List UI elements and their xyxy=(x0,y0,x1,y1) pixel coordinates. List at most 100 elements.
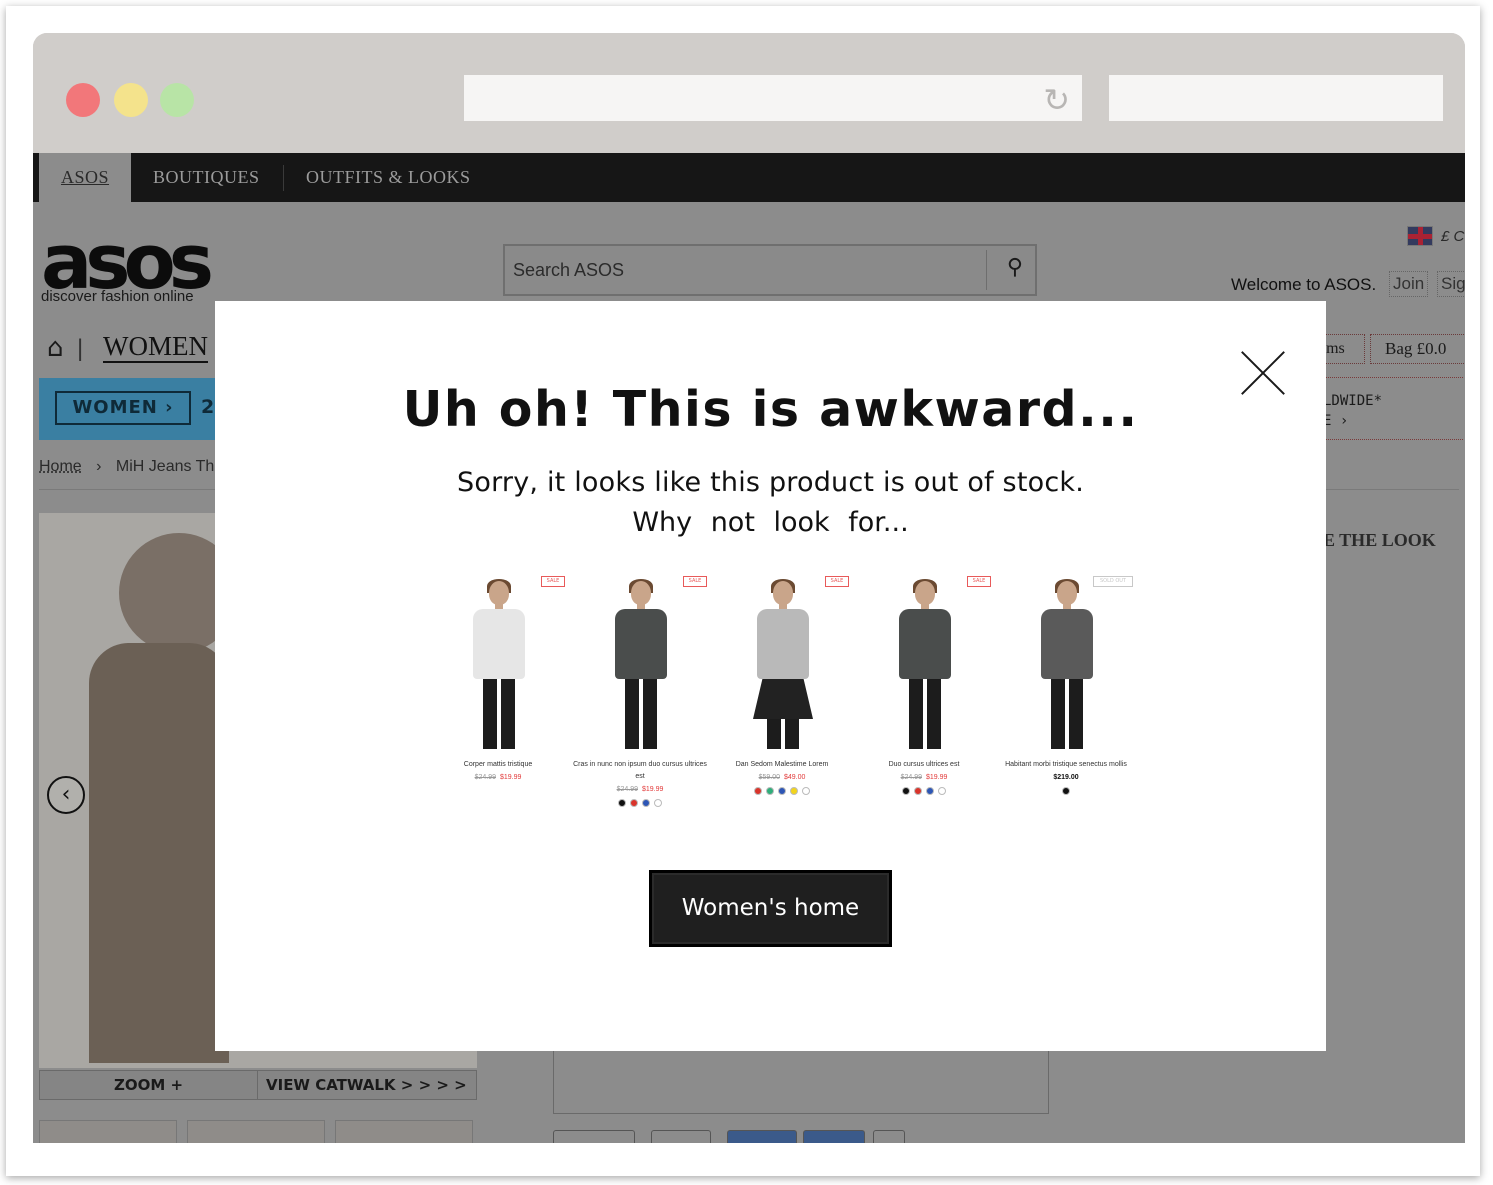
product-name[interactable]: Cras in nunc non ipsum duo cursus ultric… xyxy=(569,759,711,783)
product-card[interactable]: SOLD OUT Habitant morbi tristique senectu… xyxy=(995,571,1137,811)
product-card[interactable]: SALE Corper mattis tristique $24.99 $19.99 xyxy=(427,571,569,811)
view-catwalk-button[interactable]: VIEW CATWALK > > > > xyxy=(266,1071,467,1099)
sale-price: $19.99 xyxy=(926,774,948,781)
facebook-share-button[interactable] xyxy=(803,1130,865,1143)
breadcrumb-separator: › xyxy=(96,458,102,475)
color-swatch[interactable] xyxy=(914,787,922,795)
model-top xyxy=(899,609,951,679)
color-swatch[interactable] xyxy=(778,787,786,795)
zoom-button[interactable]: ZOOM + xyxy=(40,1071,258,1099)
bag-button[interactable]: Bag £0.0 xyxy=(1370,334,1465,364)
original-price: $59.00 xyxy=(758,774,780,781)
color-swatch[interactable] xyxy=(766,787,774,795)
regular-price: $219.00 xyxy=(1053,774,1079,781)
modal-title: Uh oh! This is awkward... xyxy=(402,381,1139,438)
facebook-like-button[interactable] xyxy=(727,1130,797,1143)
color-swatch[interactable] xyxy=(926,787,934,795)
thumbnail[interactable] xyxy=(335,1120,473,1143)
site-search-input[interactable]: Search ASOS ⚲ xyxy=(503,244,1037,296)
color-swatch[interactable] xyxy=(618,799,626,807)
model-head xyxy=(489,581,509,605)
sign-in-link[interactable]: Sig xyxy=(1437,271,1465,297)
color-swatch[interactable] xyxy=(802,787,810,795)
recommended-products: SALE Corper mattis tristique $24.99 $19.99 S… xyxy=(427,571,1133,811)
product-card[interactable]: SALE Duo cursus ultrices est $24.99 $19.99 xyxy=(853,571,995,811)
color-swatch[interactable] xyxy=(938,787,946,795)
product-name[interactable]: Corper mattis tristique xyxy=(427,759,569,771)
reload-icon[interactable]: ↻ xyxy=(1043,81,1070,119)
model-legl xyxy=(625,677,639,749)
product-image[interactable] xyxy=(469,579,529,751)
thumbnail[interactable] xyxy=(187,1120,325,1143)
model-body xyxy=(89,643,229,1063)
sale-price: $19.99 xyxy=(500,774,522,781)
browser-window: ↻ ASOS BOUTIQUES OUTFITS & LOOKS asos di… xyxy=(33,33,1465,1143)
color-swatch[interactable] xyxy=(1062,787,1070,795)
search-icon[interactable]: ⚲ xyxy=(1007,255,1023,280)
color-swatch[interactable] xyxy=(642,799,650,807)
sale-badge: SALE xyxy=(541,576,565,587)
color-swatch[interactable] xyxy=(754,787,762,795)
logo-tagline: discover fashion online xyxy=(41,288,194,305)
color-swatch[interactable] xyxy=(654,799,662,807)
image-controls: ZOOM + VIEW CATWALK > > > > xyxy=(39,1070,477,1100)
search-divider xyxy=(986,250,987,290)
sold-out-badge: SOLD OUT xyxy=(1093,576,1133,587)
original-price: $24.99 xyxy=(474,774,496,781)
womens-home-button[interactable]: Women's home xyxy=(649,870,892,947)
thumbnail-strip xyxy=(39,1120,479,1143)
tab-outfits-looks[interactable]: OUTFITS & LOOKS xyxy=(306,153,471,202)
top-nav: ASOS BOUTIQUES OUTFITS & LOOKS xyxy=(33,153,1465,202)
product-price: $219.00 xyxy=(995,773,1137,783)
nav-women[interactable]: WOMEN xyxy=(103,331,208,363)
shipping-line-1: LDWIDE* xyxy=(1323,393,1383,409)
color-swatch[interactable] xyxy=(902,787,910,795)
color-swatch[interactable] xyxy=(630,799,638,807)
product-image[interactable] xyxy=(895,579,955,751)
thumbnail[interactable] xyxy=(39,1120,177,1143)
product-price: $24.99 $19.99 xyxy=(427,773,569,783)
color-swatch[interactable] xyxy=(790,787,798,795)
pinterest-button[interactable] xyxy=(651,1130,711,1143)
uk-flag-icon[interactable] xyxy=(1407,226,1433,246)
currency-label[interactable]: £ C xyxy=(1441,228,1464,245)
tweet-button[interactable] xyxy=(553,1130,635,1143)
model-top xyxy=(473,609,525,679)
product-image[interactable] xyxy=(611,579,671,751)
product-name[interactable]: Habitant morbi tristique senectus mollis xyxy=(995,759,1137,771)
model-legr xyxy=(1069,677,1083,749)
address-bar[interactable]: ↻ xyxy=(464,75,1082,121)
sale-badge: SALE xyxy=(683,576,707,587)
model-head xyxy=(1057,581,1077,605)
browser-search-bar[interactable] xyxy=(1109,75,1443,121)
product-name[interactable]: Dan Sedom Malestime Lorem xyxy=(711,759,853,771)
sale-badge: SALE xyxy=(825,576,849,587)
nav-divider xyxy=(283,165,284,191)
join-link[interactable]: Join xyxy=(1389,271,1429,297)
product-card[interactable]: SALE Cras in nunc non ipsum duo cursus ul… xyxy=(569,571,711,811)
tab-boutiques[interactable]: BOUTIQUES xyxy=(153,153,260,202)
product-card[interactable]: SALE Dan Sedom Malestime Lorem $59.00 $49.0… xyxy=(711,571,853,811)
prev-image-arrow-icon[interactable]: ‹ xyxy=(47,776,85,814)
minimize-window-button[interactable] xyxy=(114,83,148,117)
maximize-window-button[interactable] xyxy=(160,83,194,117)
original-price: $24.99 xyxy=(616,786,638,793)
home-icon[interactable]: ⌂ xyxy=(47,333,64,363)
breadcrumb-home[interactable]: Home xyxy=(39,458,82,475)
nav-separator: | xyxy=(77,335,84,362)
product-info-box xyxy=(553,1046,1049,1114)
product-image[interactable] xyxy=(753,579,813,751)
modal-subtitle: Sorry, it looks like this product is out… xyxy=(457,467,1084,498)
product-name[interactable]: Duo cursus ultrices est xyxy=(853,759,995,771)
close-window-button[interactable] xyxy=(66,83,100,117)
shipping-promo[interactable]: LDWIDE* E › xyxy=(1323,391,1382,431)
banner-women-button[interactable]: WOMEN › xyxy=(55,391,191,425)
banner-number: 2 xyxy=(201,396,215,418)
welcome-text: Welcome to ASOS. xyxy=(1231,275,1377,294)
model-legr xyxy=(501,677,515,749)
product-image[interactable] xyxy=(1037,579,1097,751)
asos-logo[interactable]: asos xyxy=(41,224,214,300)
shop-the-look-heading: E THE LOOK xyxy=(1323,530,1436,550)
color-swatches xyxy=(995,787,1137,795)
tab-asos[interactable]: ASOS xyxy=(39,153,131,202)
